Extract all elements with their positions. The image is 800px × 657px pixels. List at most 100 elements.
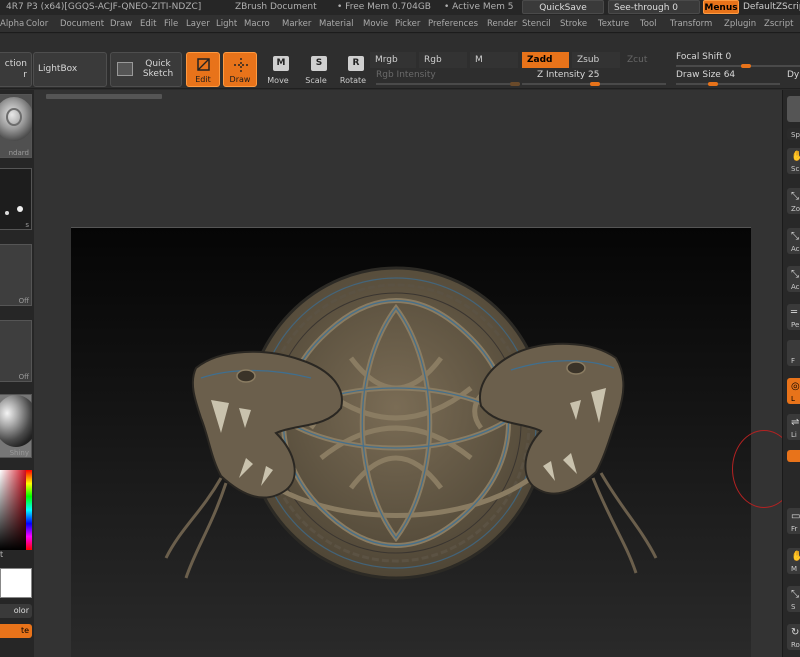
- tool-thumbnail[interactable]: [787, 96, 800, 122]
- frame-button[interactable]: ▭ Fr: [787, 508, 800, 534]
- switch-color-button[interactable]: olor: [0, 604, 32, 618]
- projection-master-button[interactable]: ction r: [0, 52, 32, 87]
- alpha-selector[interactable]: Off: [0, 244, 32, 306]
- default-script-button[interactable]: DefaultZScript: [743, 0, 800, 14]
- z-intensity-slider[interactable]: Z Intensity 25: [537, 70, 600, 80]
- frame-label: Fr: [791, 525, 798, 533]
- draw-size-knob[interactable]: [708, 82, 718, 86]
- lsym-button[interactable]: ⇌ Li: [787, 414, 800, 440]
- alternate-button[interactable]: te: [0, 624, 32, 638]
- menu-material[interactable]: Material: [319, 15, 354, 33]
- menu-light[interactable]: Light: [216, 15, 237, 33]
- menu-texture[interactable]: Texture: [598, 15, 629, 33]
- rotate-nav-button[interactable]: ↻ Ro: [787, 624, 800, 650]
- focal-shift-knob[interactable]: [741, 64, 751, 68]
- rgb-intensity-slider[interactable]: Rgb Intensity: [376, 70, 436, 80]
- menu-draw[interactable]: Draw: [110, 15, 132, 33]
- title-bar: 4R7 P3 (x64)[GGQS-ACJF-QNEO-ZITI-NDZC] Z…: [0, 0, 800, 15]
- projection-master-label: ction r: [4, 59, 27, 80]
- stroke-selector[interactable]: s: [0, 168, 32, 230]
- document-canvas[interactable]: [71, 227, 751, 657]
- texture-caption: Off: [18, 373, 29, 381]
- edit-label: Edit: [195, 75, 211, 84]
- active-memory-readout: • Active Mem 5: [444, 2, 514, 12]
- zadd-button[interactable]: Zadd: [522, 52, 569, 68]
- menu-document[interactable]: Document: [60, 15, 104, 33]
- canvas-area[interactable]: [34, 90, 782, 657]
- scroll-label: Sc: [791, 165, 800, 173]
- dynamic-toggle[interactable]: Dyn: [787, 70, 800, 80]
- menu-color[interactable]: Color: [26, 15, 48, 33]
- celtic-serpents-relief: [164, 266, 658, 580]
- quicksave-button[interactable]: QuickSave: [522, 0, 604, 14]
- scale-label: Scale: [305, 76, 327, 85]
- scale-nav-button[interactable]: ⤡ S: [787, 586, 800, 612]
- persp-icon: ═: [791, 307, 798, 318]
- local-button[interactable]: ◎ L: [787, 378, 800, 404]
- zsub-button[interactable]: Zsub: [572, 52, 620, 68]
- lightbox-button[interactable]: LightBox: [33, 52, 107, 87]
- m-button[interactable]: M: [470, 52, 518, 68]
- menu-layer[interactable]: Layer: [186, 15, 210, 33]
- menus-toggle[interactable]: Menus: [703, 0, 739, 14]
- z-intensity-knob[interactable]: [590, 82, 600, 86]
- focal-shift-track[interactable]: [676, 65, 800, 67]
- draw-mode-button[interactable]: Draw: [223, 52, 257, 87]
- lsym-icon: ⇌: [791, 417, 800, 428]
- main-color-swatch[interactable]: [0, 568, 32, 598]
- see-through-slider[interactable]: See-through 0: [608, 0, 700, 14]
- rotate-mode-button[interactable]: R Rotate: [336, 52, 370, 87]
- rgb-intensity-track[interactable]: [376, 83, 520, 85]
- local-label: L: [791, 395, 795, 403]
- menu-render[interactable]: Render: [487, 15, 517, 33]
- edit-icon: [197, 58, 210, 71]
- scale-icon: S: [311, 56, 327, 71]
- menu-movie[interactable]: Movie: [363, 15, 388, 33]
- move-hand-icon: ✋: [791, 551, 800, 562]
- rgb-intensity-knob[interactable]: [510, 82, 520, 86]
- zoom-button[interactable]: ⤡ Zo: [787, 188, 800, 214]
- menu-marker[interactable]: Marker: [282, 15, 311, 33]
- draw-size-track[interactable]: [676, 83, 780, 85]
- menu-preferences[interactable]: Preferences: [428, 15, 478, 33]
- quick-sketch-button[interactable]: Quick Sketch: [110, 52, 182, 87]
- scroll-button[interactable]: ✋ Sc: [787, 148, 800, 174]
- draw-size-slider[interactable]: Draw Size 64: [676, 70, 735, 80]
- texture-selector[interactable]: Off: [0, 320, 32, 382]
- menu-zplugin[interactable]: Zplugin: [724, 15, 756, 33]
- zcut-button[interactable]: Zcut: [622, 52, 662, 68]
- persp-button[interactable]: ═ Pe: [787, 304, 800, 330]
- menu-file[interactable]: File: [164, 15, 178, 33]
- menu-macro[interactable]: Macro: [244, 15, 270, 33]
- sketch-icon: [117, 62, 133, 76]
- xyz-toggle[interactable]: [787, 450, 800, 462]
- menu-alpha[interactable]: Alpha: [0, 15, 24, 33]
- scale-mode-button[interactable]: S Scale: [299, 52, 333, 87]
- actual-size-button[interactable]: ⤡ Ac: [787, 228, 800, 254]
- floor-button[interactable]: F: [787, 340, 800, 366]
- app-title: 4R7 P3 (x64)[GGQS-ACJF-QNEO-ZITI-NDZC]: [6, 2, 202, 12]
- menu-picker[interactable]: Picker: [395, 15, 420, 33]
- spix-slider[interactable]: Sp: [787, 128, 800, 140]
- menu-zscript[interactable]: Zscript: [764, 15, 794, 33]
- mrgb-button[interactable]: Mrgb: [370, 52, 416, 68]
- menu-transform[interactable]: Transform: [670, 15, 712, 33]
- menu-stroke[interactable]: Stroke: [560, 15, 587, 33]
- focal-shift-slider[interactable]: Focal Shift 0: [676, 52, 731, 62]
- edit-mode-button[interactable]: Edit: [186, 52, 220, 87]
- move-nav-button[interactable]: ✋ M: [787, 548, 800, 574]
- material-selector[interactable]: Shiny: [0, 394, 38, 458]
- menu-stencil[interactable]: Stencil: [522, 15, 551, 33]
- stroke-caption: s: [25, 221, 29, 229]
- move-mode-button[interactable]: M Move: [261, 52, 295, 87]
- document-scrollbar[interactable]: [46, 94, 162, 99]
- rotate-label: Rotate: [339, 76, 367, 85]
- menu-tool[interactable]: Tool: [640, 15, 657, 33]
- alpha-caption: Off: [18, 297, 29, 305]
- brush-selector[interactable]: ndard: [0, 94, 34, 158]
- rgb-button[interactable]: Rgb: [419, 52, 467, 68]
- gradient-label: t: [0, 550, 4, 559]
- antialiased-half-button[interactable]: ⤡ Ac: [787, 266, 800, 292]
- color-picker[interactable]: [0, 470, 32, 556]
- menu-edit[interactable]: Edit: [140, 15, 156, 33]
